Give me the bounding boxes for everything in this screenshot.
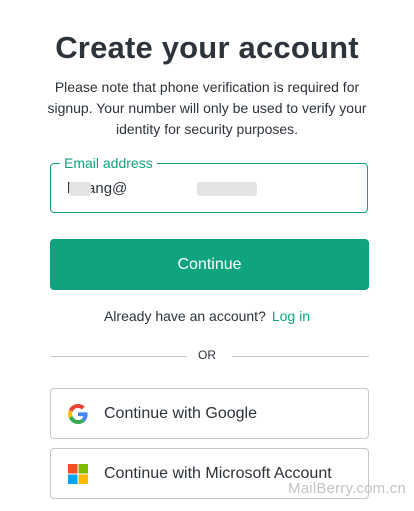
- divider-line-right: [232, 356, 369, 357]
- login-prompt: Already have an account? Log in: [0, 308, 414, 324]
- login-prompt-text: Already have an account?: [103, 308, 266, 324]
- google-icon: [68, 403, 88, 424]
- email-field[interactable]: Email address: [50, 153, 368, 213]
- google-signin-button[interactable]: Continue with Google: [50, 388, 369, 439]
- redacted-blur: [197, 182, 257, 196]
- microsoft-icon: [68, 463, 88, 484]
- email-field-label: Email address: [60, 153, 157, 173]
- signup-page: Create your account Please note that pho…: [0, 0, 414, 511]
- verification-note: Please note that phone verification is r…: [47, 79, 367, 137]
- page-title: Create your account: [55, 30, 359, 65]
- google-signin-label: Continue with Google: [104, 404, 257, 422]
- redacted-blur: [69, 182, 91, 196]
- continue-button[interactable]: Continue: [50, 239, 369, 290]
- watermark: MailBerry.com.cn: [288, 480, 406, 497]
- login-link[interactable]: Log in: [272, 308, 310, 324]
- or-divider-label: OR: [198, 348, 216, 362]
